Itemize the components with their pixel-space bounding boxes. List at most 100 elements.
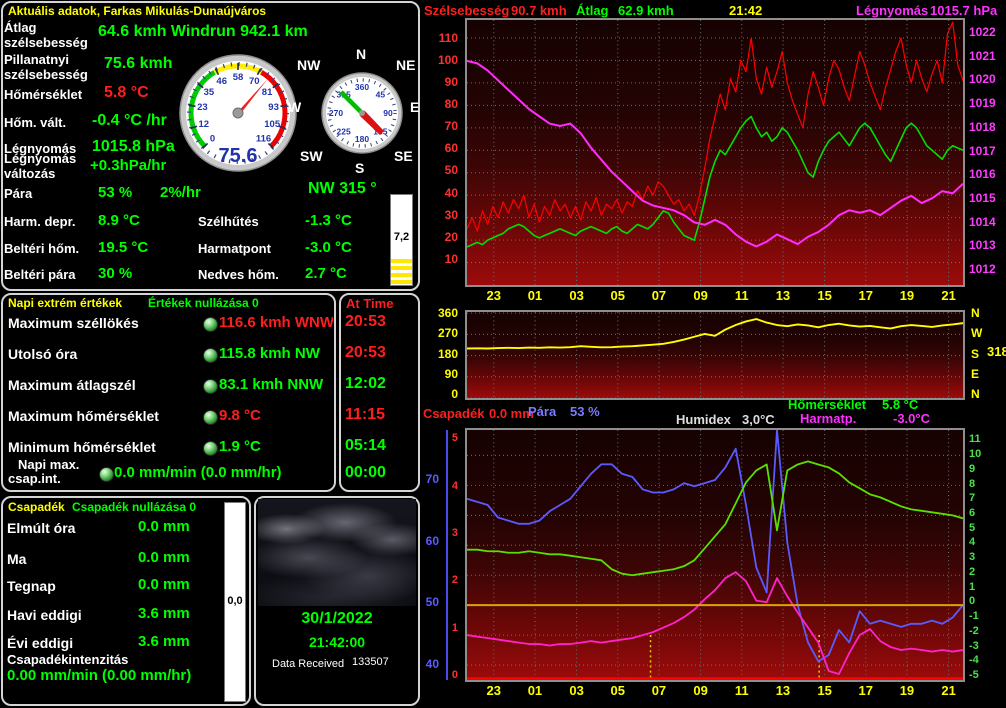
axis-tick-label: 0	[969, 595, 1003, 607]
precip-row-label: Elmúlt óra	[7, 520, 75, 536]
axis-tick-label: 90	[418, 75, 458, 89]
extremes-title: Napi extrém értékek	[8, 296, 122, 310]
chart1-legend-avg: Átlag	[576, 3, 609, 18]
precip-row-label: Havi eddigi	[7, 607, 82, 623]
precip-intensity-label: Csapadékintenzitás	[7, 652, 128, 667]
axis-tick-label: 17	[852, 683, 880, 698]
axis-tick-label: 20	[418, 230, 458, 244]
axis-tick-label: 100	[418, 53, 458, 67]
precip-reset-label: Csapadék nullázása 0	[72, 500, 196, 514]
chart3-legend-dewpoint: Harmatp.	[800, 411, 856, 426]
compass-point-w: W	[288, 99, 301, 115]
axis-tick-label: 1016	[969, 167, 1003, 181]
led-icon	[203, 317, 218, 332]
axis-tick-label: 70	[418, 119, 458, 133]
axis-tick-label: N	[971, 387, 985, 401]
extreme-row-time: 20:53	[345, 313, 386, 331]
precip-title: Csapadék	[8, 500, 65, 514]
chart1-legend-pressure: Légnyomás	[856, 3, 928, 18]
axis-tick-label: 7	[969, 492, 1003, 504]
temp-value: 5.8 °C	[104, 84, 149, 102]
axis-tick-label: 23	[480, 288, 508, 303]
sky-camera-image	[258, 499, 416, 606]
attime-title: At Time	[346, 296, 393, 311]
axis-tick-label: 11	[728, 288, 756, 303]
axis-tick-label: -3	[969, 640, 1003, 652]
avg-wind-value: 64.6 kmh Windrun 942.1 km	[98, 23, 308, 41]
axis-tick-label: -5	[969, 669, 1003, 681]
extreme-row-time: 12:02	[345, 375, 386, 393]
humidity-axis-line	[446, 430, 448, 680]
humidity-temperature-chart	[465, 428, 965, 682]
chart3-humidity-value: 53 %	[570, 404, 600, 419]
wetbulb-label: Nedves hőm.	[198, 267, 279, 282]
axis-tick-label: 07	[645, 683, 673, 698]
station-date: 30/1/2022	[258, 610, 416, 628]
dewpoint-value: -3.0 °C	[305, 239, 352, 256]
wind-bar-gauge: 7,2	[390, 194, 413, 286]
precip-row-label: Ma	[7, 551, 26, 567]
svg-text:116: 116	[256, 134, 271, 145]
wind-speed-gauge: 0 12 23 35 46 58 70 81 93 105 116 75.6	[178, 53, 298, 173]
axis-tick-label: 21	[935, 288, 963, 303]
axis-tick-label: 60	[399, 534, 439, 548]
axis-tick-label: 1013	[969, 238, 1003, 252]
axis-tick-label: 90	[418, 367, 458, 381]
pressure-value: 1015.8 hPa	[92, 138, 175, 156]
axis-tick-label: W	[971, 326, 985, 340]
extreme-row-value: 1.9 °C	[219, 438, 261, 455]
precip-row-label: Évi eddigi	[7, 635, 73, 651]
extreme-row-value: 9.8 °C	[219, 407, 261, 424]
extreme-row-time: 11:15	[345, 406, 385, 424]
compass-point-ne: NE	[396, 57, 415, 73]
temp-change-label: Hőm. vált.	[4, 115, 66, 130]
humidity-label: Pára	[4, 186, 32, 201]
compass-point-nw: NW	[297, 57, 320, 73]
wind-bar-value: 7,2	[391, 231, 412, 243]
chart1-wind-value: 90.7 kmh	[511, 3, 567, 18]
axis-tick-label: 0	[418, 669, 458, 681]
axis-tick-label: 01	[521, 683, 549, 698]
svg-text:105: 105	[264, 119, 281, 130]
extreme-row-value: 116.6 kmh WNW	[219, 314, 333, 331]
precip-row-value: 3.6 mm	[138, 605, 190, 622]
axis-tick-label: 180	[418, 347, 458, 361]
weather-dashboard: Aktuális adatok, Farkas Mikulás-Dunaújvá…	[0, 0, 1006, 708]
axis-tick-label: 1019	[969, 96, 1003, 110]
axis-tick-label: 11	[728, 683, 756, 698]
extreme-row-label: Maximum hőmérséklet	[8, 408, 159, 424]
svg-text:46: 46	[216, 76, 227, 87]
axis-tick-label: 23	[480, 683, 508, 698]
extremes-reset-label: Értékek nullázása 0	[148, 296, 259, 310]
indoor-temp-label: Beltéri hőm.	[4, 241, 79, 256]
wind-bar-fill	[391, 259, 412, 285]
axis-tick-label: 13	[769, 288, 797, 303]
data-received-value: 133507	[352, 656, 389, 668]
chart3-humidex-value: 3,0°C	[742, 412, 775, 427]
svg-text:180: 180	[355, 134, 369, 144]
axis-tick-label: 07	[645, 288, 673, 303]
axis-tick-label: 1018	[969, 120, 1003, 134]
led-icon	[203, 348, 218, 363]
svg-text:45: 45	[376, 90, 386, 100]
axis-tick-label: 17	[852, 288, 880, 303]
svg-text:225: 225	[337, 126, 351, 136]
pressure-change-label: Légnyomás változás	[4, 151, 94, 181]
extreme-row-label: Utolsó óra	[8, 346, 77, 362]
extreme-row-label: Minimum hőmérséklet	[8, 439, 156, 455]
axis-tick-label: 1017	[969, 144, 1003, 158]
precip-intensity-value: 0.00 mm/min (0.00 mm/hr)	[7, 667, 191, 684]
svg-text:81: 81	[262, 87, 273, 98]
svg-text:360: 360	[355, 82, 369, 92]
indoor-humidity-label: Beltéri pára	[4, 267, 76, 282]
axis-tick-label: 2	[969, 566, 1003, 578]
axis-tick-label: 50	[418, 163, 458, 177]
panel-title: Aktuális adatok, Farkas Mikulás-Dunaújvá…	[8, 4, 266, 18]
precip-row-value: 0.0 mm	[138, 549, 190, 566]
led-icon	[203, 410, 218, 425]
chart1-avg-value: 62.9 kmh	[618, 3, 674, 18]
axis-tick-label: 4	[969, 536, 1003, 548]
axis-tick-label: N	[971, 306, 985, 320]
axis-tick-label: -1	[969, 610, 1003, 622]
axis-tick-label: 70	[399, 472, 439, 486]
